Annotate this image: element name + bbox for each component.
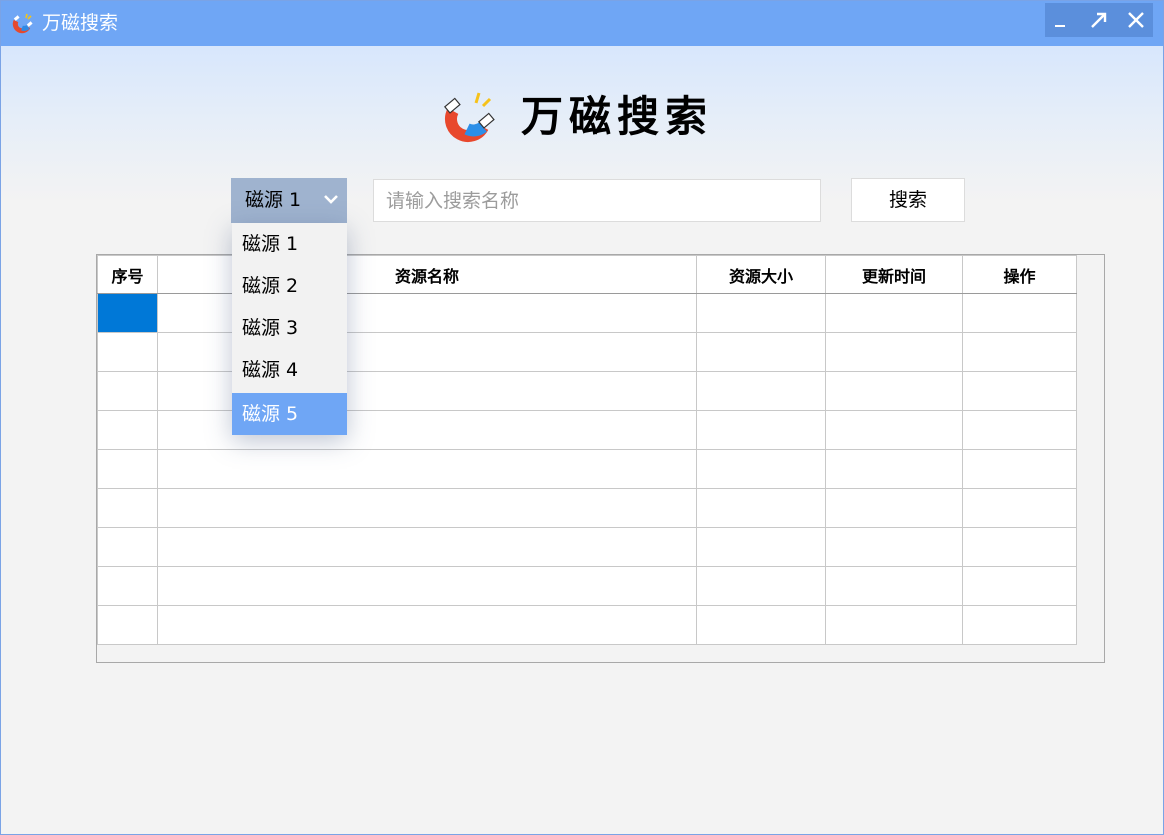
table-cell[interactable] [825, 293, 963, 333]
column-header-size[interactable]: 资源大小 [696, 255, 826, 294]
column-header-updated[interactable]: 更新时间 [825, 255, 963, 294]
table-cell[interactable] [825, 332, 963, 372]
maximize-button[interactable] [1082, 3, 1116, 37]
table-row[interactable] [97, 449, 1077, 489]
maximize-icon [1091, 12, 1107, 28]
table-cell[interactable] [696, 293, 826, 333]
table-cell[interactable] [696, 488, 826, 528]
table-cell[interactable] [825, 605, 963, 645]
table-cell[interactable] [962, 449, 1077, 489]
table-cell[interactable] [97, 449, 158, 489]
table-cell[interactable] [696, 566, 826, 606]
brand-title: 万磁搜索 [521, 92, 714, 141]
table-cell[interactable] [157, 566, 697, 606]
dropdown-option-highlighted[interactable]: 磁源 5 [232, 393, 347, 435]
search-input[interactable] [373, 179, 821, 222]
table-cell[interactable] [157, 488, 697, 528]
table-cell[interactable] [97, 605, 158, 645]
magnet-icon [443, 92, 495, 142]
table-cell[interactable] [825, 527, 963, 567]
table-cell[interactable] [962, 488, 1077, 528]
minimize-icon [1055, 25, 1065, 27]
table-cell[interactable] [97, 566, 158, 606]
table-cell[interactable] [962, 605, 1077, 645]
table-cell[interactable] [97, 293, 158, 333]
table-cell[interactable] [97, 332, 158, 372]
table-cell[interactable] [696, 410, 826, 450]
table-cell[interactable] [962, 527, 1077, 567]
source-dropdown-menu: 磁源 1 磁源 2 磁源 3 磁源 4 磁源 5 [232, 223, 347, 435]
table-cell[interactable] [962, 293, 1077, 333]
dropdown-option[interactable]: 磁源 4 [232, 349, 347, 391]
table-cell[interactable] [825, 566, 963, 606]
table-cell[interactable] [825, 488, 963, 528]
close-icon [1128, 12, 1144, 28]
table-cell[interactable] [696, 605, 826, 645]
column-header-index[interactable]: 序号 [97, 255, 158, 294]
column-header-actions[interactable]: 操作 [962, 255, 1077, 294]
table-cell[interactable] [97, 527, 158, 567]
table-cell[interactable] [962, 371, 1077, 411]
minimize-button[interactable] [1045, 3, 1079, 37]
table-cell[interactable] [696, 449, 826, 489]
table-cell[interactable] [962, 410, 1077, 450]
table-cell[interactable] [962, 566, 1077, 606]
table-row[interactable] [97, 605, 1077, 645]
dropdown-option[interactable]: 磁源 1 [232, 223, 347, 265]
app-window: 万磁搜索 万磁搜索 磁源 1 请输入搜索名称 搜索 序号 资源名称 资源大小 更… [0, 0, 1164, 835]
dropdown-option[interactable]: 磁源 3 [232, 307, 347, 349]
table-cell[interactable] [962, 332, 1077, 372]
table-cell[interactable] [825, 449, 963, 489]
table-cell[interactable] [157, 449, 697, 489]
table-cell[interactable] [97, 371, 158, 411]
table-cell[interactable] [696, 371, 826, 411]
close-button[interactable] [1119, 3, 1153, 37]
magnet-icon [12, 13, 33, 34]
source-select-value: 磁源 1 [245, 189, 302, 211]
table-cell[interactable] [97, 488, 158, 528]
table-cell[interactable] [157, 605, 697, 645]
chevron-down-icon [324, 195, 338, 204]
window-controls [1045, 3, 1153, 37]
table-cell[interactable] [825, 410, 963, 450]
table-cell[interactable] [696, 332, 826, 372]
window-title: 万磁搜索 [42, 12, 119, 34]
title-bar[interactable]: 万磁搜索 [1, 1, 1163, 46]
table-row[interactable] [97, 566, 1077, 606]
dropdown-option[interactable]: 磁源 2 [232, 265, 347, 307]
table-row[interactable] [97, 488, 1077, 528]
search-button[interactable]: 搜索 [851, 178, 965, 222]
table-cell[interactable] [825, 371, 963, 411]
table-cell[interactable] [157, 527, 697, 567]
table-cell[interactable] [97, 410, 158, 450]
table-row[interactable] [97, 527, 1077, 567]
source-select[interactable]: 磁源 1 [231, 178, 347, 223]
table-cell[interactable] [696, 527, 826, 567]
